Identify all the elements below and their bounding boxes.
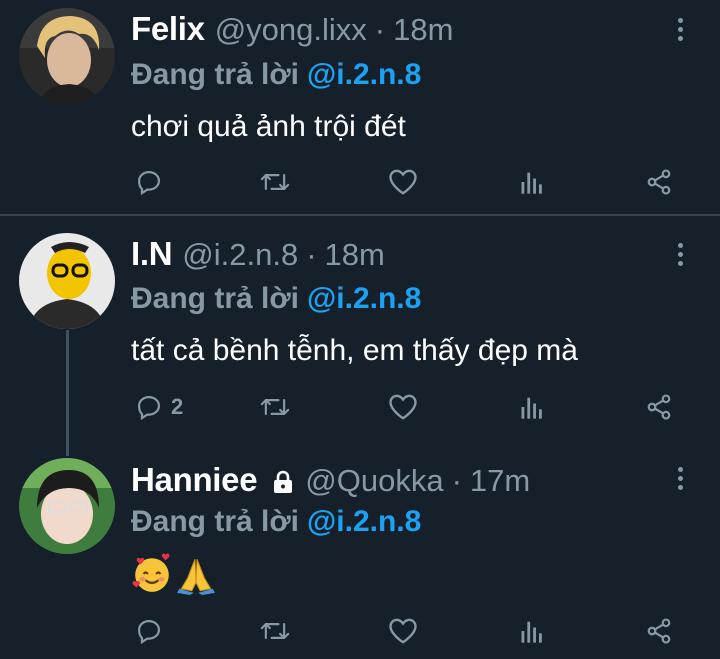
action-bar <box>0 617 720 657</box>
retweet-icon <box>260 399 290 415</box>
tweet-header: Hanniee @Quokka · 17m <box>131 461 530 499</box>
share-icon <box>647 618 671 644</box>
replying-to-label: Đang trả lời <box>131 505 300 538</box>
retweet-button[interactable] <box>259 617 291 645</box>
replying-to-user[interactable]: @i.2.n.8 <box>307 58 421 91</box>
reply-icon <box>137 395 161 421</box>
reply-button[interactable]: 2 <box>135 393 183 421</box>
reply-count: 2 <box>171 394 184 419</box>
reply-icon <box>137 619 161 645</box>
username[interactable]: @i.2.n.8 <box>182 237 298 273</box>
timestamp[interactable]: 18m <box>325 237 385 273</box>
separator: · <box>306 237 317 272</box>
share-icon <box>647 394 671 420</box>
tweet[interactable]: Felix @yong.lixx · 18m Đang trả lời @i.2.… <box>0 0 720 214</box>
share-icon <box>647 169 671 195</box>
retweet-button[interactable] <box>259 168 291 196</box>
analytics-button[interactable] <box>519 393 545 421</box>
action-bar <box>0 168 720 208</box>
share-button[interactable] <box>644 168 674 196</box>
analytics-icon <box>521 397 542 419</box>
tweet-header: Felix @yong.lixx · 18m <box>131 10 453 48</box>
more-options-icon[interactable] <box>677 467 685 494</box>
timestamp[interactable]: 18m <box>393 12 453 48</box>
username[interactable]: @yong.lixx <box>215 12 367 48</box>
like-button[interactable] <box>388 393 418 421</box>
thread-connector-line <box>66 330 69 456</box>
share-button[interactable] <box>644 393 674 421</box>
reply-icon <box>137 170 161 196</box>
tweet-text <box>131 553 217 595</box>
reply-button[interactable] <box>135 617 171 645</box>
analytics-button[interactable] <box>519 617 545 645</box>
more-options-icon[interactable] <box>677 18 685 45</box>
retweet-button[interactable] <box>259 393 291 421</box>
avatar[interactable] <box>19 233 115 329</box>
folded-hands-icon <box>177 559 215 595</box>
tweet-text: tất cả bềnh tễnh, em thấy đẹp mà <box>131 334 578 367</box>
tweet[interactable]: I.N @i.2.n.8 · 18m Đang trả lời @i.2.n.8 … <box>0 216 720 441</box>
display-name[interactable]: Felix <box>131 10 205 48</box>
avatar[interactable] <box>19 458 115 554</box>
display-name[interactable]: Hanniee <box>131 461 258 499</box>
retweet-icon <box>260 623 290 639</box>
replying-to-label: Đang trả lời <box>131 58 300 91</box>
heart-icon <box>389 618 417 644</box>
separator: · <box>374 12 386 47</box>
heart-icon <box>389 394 417 420</box>
smiling-face-with-hearts-icon <box>132 553 170 592</box>
like-button[interactable] <box>388 617 418 645</box>
analytics-button[interactable] <box>519 168 545 196</box>
replying-to-label: Đang trả lời <box>131 282 300 315</box>
avatar[interactable] <box>19 8 115 104</box>
reply-button[interactable] <box>135 168 171 196</box>
separator: · <box>451 463 462 498</box>
username[interactable]: @Quokka <box>305 463 443 499</box>
replying-to: Đang trả lời @i.2.n.8 <box>131 505 421 539</box>
tweet[interactable]: Hanniee @Quokka · 17m Đang trả lời @i.2.n… <box>0 441 720 659</box>
tweet-text: chơi quả ảnh trội đét <box>131 110 406 143</box>
analytics-icon <box>521 172 542 194</box>
replying-to: Đang trả lời @i.2.n.8 <box>131 282 421 316</box>
share-button[interactable] <box>644 617 674 645</box>
display-name[interactable]: I.N <box>131 235 173 273</box>
more-options-icon[interactable] <box>677 243 685 270</box>
action-bar: 2 <box>0 393 720 433</box>
replying-to: Đang trả lời @i.2.n.8 <box>131 58 421 92</box>
analytics-icon <box>521 621 542 643</box>
lock-icon <box>271 469 295 500</box>
tweet-header: I.N @i.2.n.8 · 18m <box>131 235 385 273</box>
heart-icon <box>389 169 417 195</box>
replying-to-user[interactable]: @i.2.n.8 <box>307 282 421 315</box>
timestamp[interactable]: 17m <box>470 463 530 499</box>
like-button[interactable] <box>388 168 418 196</box>
replying-to-user[interactable]: @i.2.n.8 <box>307 505 421 538</box>
retweet-icon <box>260 174 290 190</box>
